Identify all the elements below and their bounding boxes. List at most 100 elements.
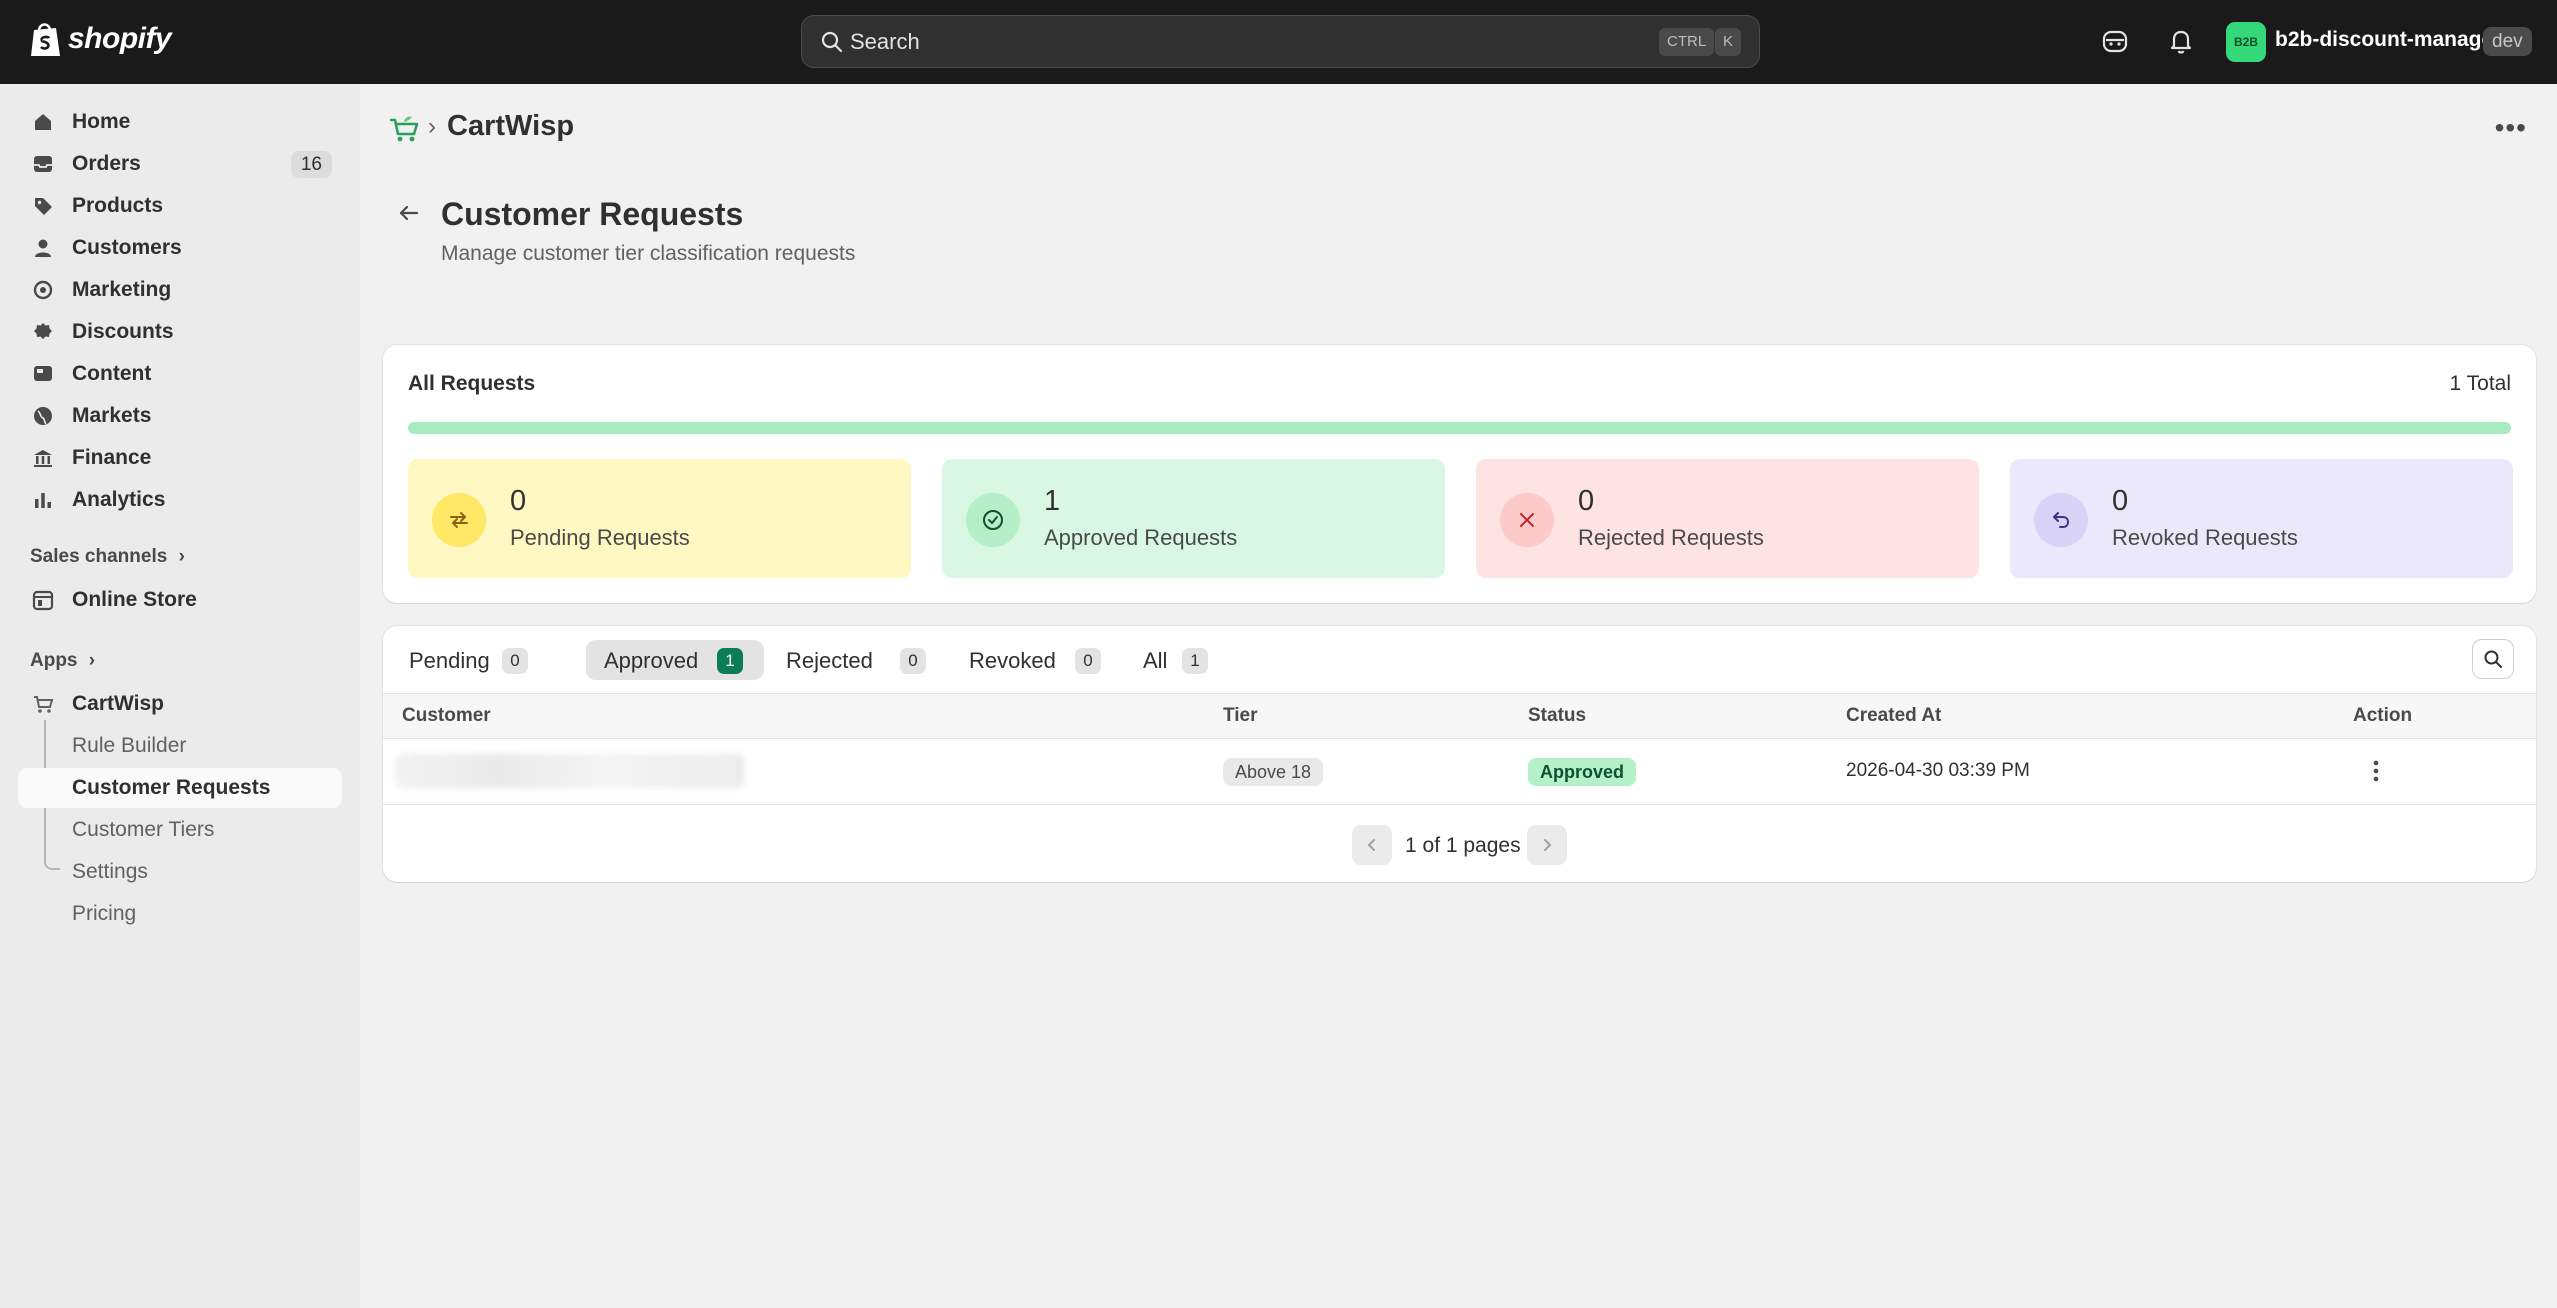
apps-label: Apps bbox=[30, 650, 78, 671]
page-subtitle: Manage customer tier classification requ… bbox=[441, 242, 856, 265]
sidebar-sub-label: Rule Builder bbox=[72, 734, 187, 757]
apps-heading[interactable]: Apps › bbox=[30, 650, 95, 672]
back-arrow-icon[interactable] bbox=[396, 200, 422, 226]
tab-label: Approved bbox=[604, 648, 699, 673]
bank-icon bbox=[34, 450, 52, 467]
sidebar-item-label: Customers bbox=[72, 236, 182, 259]
sidebar-item-analytics[interactable]: Analytics bbox=[18, 480, 342, 520]
summary-title: All Requests bbox=[408, 372, 536, 395]
column-header-created-at: Created At bbox=[1846, 705, 1942, 726]
tab-label: Rejected bbox=[786, 648, 873, 673]
tab-pending[interactable]: Pending 0 bbox=[400, 640, 570, 680]
tab-count-badge: 1 bbox=[717, 648, 743, 674]
stat-count: 1 bbox=[1044, 485, 1061, 517]
stat-revoked[interactable]: 0 Revoked Requests bbox=[2010, 459, 2513, 578]
sidebar-item-content[interactable]: Content bbox=[18, 354, 342, 394]
stat-rejected[interactable]: 0 Rejected Requests bbox=[1476, 459, 1979, 578]
sidebar-item-online-store[interactable]: Online Store bbox=[18, 580, 342, 620]
home-icon bbox=[35, 114, 51, 130]
shopify-bag-icon bbox=[31, 23, 60, 56]
tab-label: Pending bbox=[409, 648, 490, 673]
store-name[interactable]: b2b-discount-manager bbox=[2275, 28, 2501, 52]
sidebar-item-cartwisp[interactable]: CartWisp bbox=[18, 684, 342, 724]
person-icon bbox=[35, 239, 51, 257]
sidebar-sub-label: Customer Requests bbox=[72, 776, 271, 799]
sidebar: Home Orders 16 Products Customers Market… bbox=[0, 84, 360, 1308]
sidebar-sub-customer-tiers[interactable]: Customer Tiers bbox=[18, 810, 342, 850]
tab-label: Revoked bbox=[969, 648, 1056, 673]
shopify-logo[interactable]: shopify bbox=[28, 20, 172, 58]
sidebar-sub-customer-requests[interactable]: Customer Requests bbox=[18, 768, 342, 808]
global-search[interactable]: Search CTRL K bbox=[801, 15, 1760, 68]
chevron-right-icon: › bbox=[178, 546, 185, 567]
stat-label: Revoked Requests bbox=[2112, 525, 2298, 550]
next-page-button[interactable] bbox=[1527, 825, 1567, 865]
tag-icon bbox=[35, 198, 52, 215]
sidebar-item-label: Products bbox=[72, 194, 164, 217]
stat-icon-circle bbox=[966, 493, 1020, 547]
column-header-action: Action bbox=[2353, 705, 2413, 726]
sidebar-sub-label: Customer Tiers bbox=[72, 818, 215, 841]
table-header: Customer Tier Status Created At Action bbox=[383, 693, 2536, 739]
search-icon bbox=[821, 31, 843, 53]
stat-count: 0 bbox=[510, 485, 527, 517]
created-at-cell: 2026-04-30 03:39 PM bbox=[1846, 760, 2030, 781]
sidebar-item-orders[interactable]: Orders 16 bbox=[18, 144, 342, 184]
tab-all[interactable]: All 1 bbox=[1133, 640, 1223, 680]
table-row[interactable]: Above 18 Approved 2026-04-30 03:39 PM bbox=[383, 738, 2536, 805]
more-actions-button[interactable]: ••• bbox=[2495, 112, 2527, 144]
sidebar-item-home[interactable]: Home bbox=[18, 102, 342, 142]
column-header-tier: Tier bbox=[1223, 705, 1258, 726]
shortcut-ctrl-key: CTRL bbox=[1659, 28, 1715, 56]
sidebar-item-label: Home bbox=[72, 110, 131, 133]
sidebar-item-finance[interactable]: Finance bbox=[18, 438, 342, 478]
sidebar-item-label: Marketing bbox=[72, 278, 172, 301]
table-search-button[interactable] bbox=[2472, 639, 2514, 679]
cart-app-icon bbox=[34, 696, 54, 713]
bell-icon[interactable] bbox=[2166, 26, 2196, 56]
sales-channels-heading[interactable]: Sales channels › bbox=[30, 546, 185, 568]
shortcut-k-key: K bbox=[1715, 28, 1742, 56]
store-avatar[interactable]: B2B bbox=[2226, 22, 2266, 62]
tab-revoked[interactable]: Revoked 0 bbox=[959, 640, 1119, 680]
sidebar-item-markets[interactable]: Markets bbox=[18, 396, 342, 436]
tab-count-badge: 0 bbox=[900, 648, 926, 674]
sidebar-sub-settings[interactable]: Settings bbox=[18, 852, 342, 892]
sidekick-icon[interactable] bbox=[2100, 26, 2130, 56]
stat-icon-circle bbox=[2034, 493, 2088, 547]
previous-page-button[interactable] bbox=[1352, 825, 1392, 865]
chevron-right-icon: › bbox=[88, 650, 96, 671]
sidebar-item-marketing[interactable]: Marketing bbox=[18, 270, 342, 310]
kebab-menu-icon[interactable] bbox=[2368, 756, 2384, 786]
sidebar-item-label: CartWisp bbox=[72, 692, 164, 715]
brand-wordmark: shopify bbox=[68, 22, 172, 55]
tab-approved[interactable]: Approved 1 bbox=[586, 640, 764, 680]
chevron-right-icon bbox=[1544, 839, 1552, 851]
sidebar-item-customers[interactable]: Customers bbox=[18, 228, 342, 268]
x-icon bbox=[1520, 513, 1534, 527]
discount-icon bbox=[34, 323, 52, 339]
sidebar-item-label: Analytics bbox=[72, 488, 166, 511]
search-placeholder: Search bbox=[850, 29, 920, 54]
swap-icon bbox=[450, 512, 468, 528]
progress-fill bbox=[408, 422, 2511, 434]
stat-icon-circle bbox=[432, 493, 486, 547]
summary-card: All Requests 1 Total 0 Pending Requests … bbox=[383, 345, 2536, 603]
sidebar-sub-pricing[interactable]: Pricing bbox=[18, 894, 342, 934]
sidebar-item-products[interactable]: Products bbox=[18, 186, 342, 226]
stat-label: Approved Requests bbox=[1044, 525, 1238, 550]
chevron-left-icon bbox=[1367, 839, 1375, 851]
sidebar-sub-label: Settings bbox=[72, 860, 148, 883]
content-icon bbox=[34, 366, 52, 381]
stat-approved[interactable]: 1 Approved Requests bbox=[942, 459, 1445, 578]
pagination: 1 of 1 pages bbox=[383, 825, 2536, 865]
sidebar-sub-label: Pricing bbox=[72, 902, 137, 925]
tab-rejected[interactable]: Rejected 0 bbox=[776, 640, 944, 680]
sidebar-item-label: Online Store bbox=[72, 588, 197, 611]
sidebar-item-label: Content bbox=[72, 362, 152, 385]
stat-count: 0 bbox=[2112, 485, 2129, 517]
sidebar-item-discounts[interactable]: Discounts bbox=[18, 312, 342, 352]
sidebar-sub-rule-builder[interactable]: Rule Builder bbox=[18, 726, 342, 766]
top-bar: shopify Search CTRL K B2B b2b-discount-m… bbox=[0, 0, 2557, 84]
stat-pending[interactable]: 0 Pending Requests bbox=[408, 459, 911, 578]
